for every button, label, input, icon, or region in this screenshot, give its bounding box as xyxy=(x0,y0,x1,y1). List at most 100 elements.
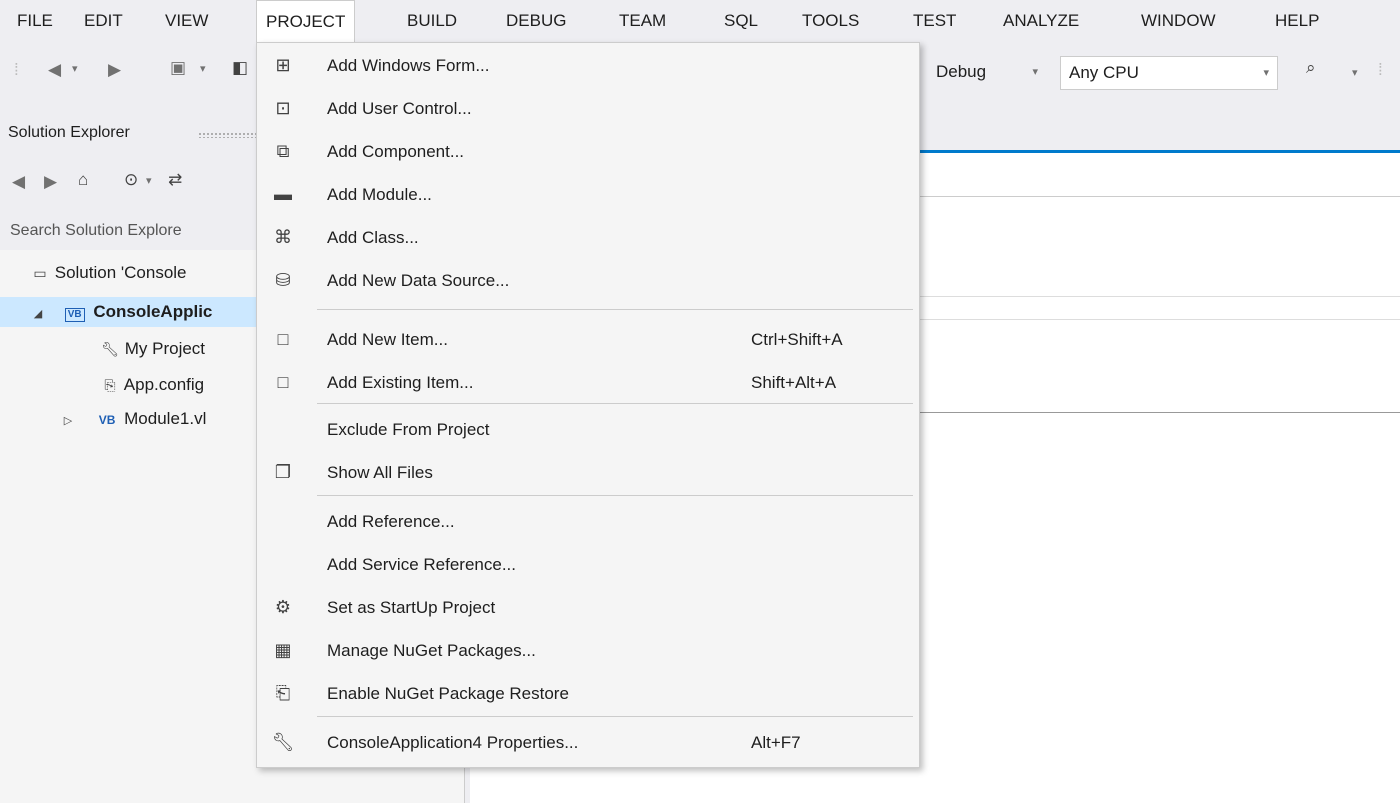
solution-explorer-search-input[interactable]: Search Solution Explore xyxy=(6,214,268,248)
menu-item-shortcut: Alt+F7 xyxy=(751,732,801,752)
back-dropdown-icon[interactable]: ▾ xyxy=(72,62,78,75)
menu-item-manage-nuget[interactable]: ▦ Manage NuGet Packages... xyxy=(257,629,919,672)
menu-item-set-startup-project[interactable]: ⚙ Set as StartUp Project xyxy=(257,586,919,629)
tree-item-label: ConsoleApplic xyxy=(93,302,213,321)
tree-item-label: Solution 'Console xyxy=(54,263,187,282)
solution-platform-combo[interactable]: Any CPU ▾ xyxy=(1060,56,1278,90)
menu-debug[interactable]: DEBUG xyxy=(497,0,575,42)
pending-changes-icon[interactable]: ⊙ xyxy=(124,170,138,190)
menu-item-label: ConsoleApplication4 Properties... xyxy=(327,732,579,752)
solution-config-value: Debug xyxy=(936,62,987,81)
home-icon[interactable]: ⌂ xyxy=(78,170,88,190)
menu-item-label: Add Component... xyxy=(327,141,465,161)
menu-item-label: Exclude From Project xyxy=(327,419,490,439)
menu-item-show-all-files[interactable]: ❐ Show All Files xyxy=(257,451,919,494)
menu-item-add-user-control[interactable]: ⊡ Add User Control... xyxy=(257,87,919,130)
menu-item-add-windows-form[interactable]: ⊞ Add Windows Form... xyxy=(257,44,919,87)
menu-separator xyxy=(317,716,913,717)
solution-icon: ▭ xyxy=(33,265,47,281)
toolbar-overflow-icon[interactable]: ▾ xyxy=(1352,66,1358,79)
expanded-arrow-icon[interactable]: ◢ xyxy=(28,299,48,329)
back-icon[interactable]: ◀ xyxy=(48,60,61,80)
menu-team[interactable]: TEAM xyxy=(610,0,675,42)
menu-item-label: Add User Control... xyxy=(327,98,472,118)
menu-item-label: Add Reference... xyxy=(327,511,455,531)
new-project-icon[interactable]: ▣ xyxy=(170,58,186,78)
menu-item-add-new-item[interactable]: □ Add New Item... Ctrl+Shift+A xyxy=(257,318,919,361)
show-all-files-icon: ❐ xyxy=(274,462,292,482)
menu-bar: FILE EDIT VIEW PROJECT BUILD DEBUG TEAM … xyxy=(0,0,1400,43)
config-icon: ⎘ xyxy=(104,377,116,393)
menu-item-add-reference[interactable]: Add Reference... xyxy=(257,500,919,543)
menu-separator xyxy=(317,495,913,496)
menu-item-project-properties[interactable]: 🔧︎ ConsoleApplication4 Properties... Alt… xyxy=(257,721,919,764)
menu-file[interactable]: FILE xyxy=(8,0,62,42)
add-component-icon: ⧉ xyxy=(276,141,290,161)
menu-item-add-existing-item[interactable]: □ Add Existing Item... Shift+Alt+A xyxy=(257,361,919,404)
solution-config-combo[interactable]: Debug ▾ xyxy=(928,56,1046,90)
toolbar-grip-icon: ⁞ xyxy=(14,60,19,79)
menu-help[interactable]: HELP xyxy=(1266,0,1328,42)
menu-analyze[interactable]: ANALYZE xyxy=(994,0,1088,42)
tree-item-label: App.config xyxy=(123,375,205,394)
package-restore-icon: ⎗ xyxy=(275,683,291,703)
forward-icon[interactable]: ▶ xyxy=(108,60,121,80)
menu-item-enable-nuget-restore[interactable]: ⎗ Enable NuGet Package Restore xyxy=(257,672,919,715)
add-data-source-icon: ⛁ xyxy=(275,270,291,290)
tree-item-app-config[interactable]: ⎘ App.config xyxy=(100,370,204,400)
menu-item-shortcut: Shift+Alt+A xyxy=(751,372,837,392)
menu-item-label: Set as StartUp Project xyxy=(327,597,496,617)
menu-separator xyxy=(317,309,913,310)
menu-project[interactable]: PROJECT xyxy=(256,0,356,43)
find-in-files-icon[interactable]: ⌕ xyxy=(1306,58,1316,78)
menu-item-label: Show All Files xyxy=(327,462,433,482)
panel-grip[interactable] xyxy=(198,132,258,138)
menu-view[interactable]: VIEW xyxy=(156,0,217,42)
add-existing-item-icon: □ xyxy=(277,372,289,392)
add-user-control-icon: ⊡ xyxy=(275,98,291,118)
wrench-icon: 🔧︎ xyxy=(101,341,119,357)
forward-icon[interactable]: ▶ xyxy=(44,172,57,192)
vb-project-icon: VB xyxy=(64,308,85,322)
menu-sql[interactable]: SQL xyxy=(715,0,767,42)
menu-item-add-service-reference[interactable]: Add Service Reference... xyxy=(257,543,919,586)
tree-item-module1[interactable]: ▷ VB Module1.vl xyxy=(58,404,207,436)
add-new-item-icon: □ xyxy=(277,329,289,349)
menu-item-label: Add Existing Item... xyxy=(327,372,474,392)
vb-file-icon: VB xyxy=(98,413,116,427)
collapsed-arrow-icon[interactable]: ▷ xyxy=(58,406,78,436)
project-menu-dropdown: ⊞ Add Windows Form... ⊡ Add User Control… xyxy=(256,42,920,768)
menu-test[interactable]: TEST xyxy=(904,0,965,42)
tree-item-project[interactable]: ◢ VB ConsoleApplic xyxy=(0,297,260,327)
menu-item-exclude-from-project[interactable]: Exclude From Project xyxy=(257,408,919,451)
solution-explorer-title: Solution Explorer xyxy=(8,124,130,141)
menu-tools[interactable]: TOOLS xyxy=(793,0,868,42)
tree-item-label: My Project xyxy=(124,339,206,358)
sync-icon[interactable]: ⇄ xyxy=(168,170,182,190)
gear-icon: ⚙ xyxy=(274,597,292,617)
menu-separator xyxy=(317,403,913,404)
toolbar-grip-icon: ⁞ xyxy=(1378,60,1383,79)
chevron-down-icon: ▾ xyxy=(1263,67,1269,79)
solution-platform-value: Any CPU xyxy=(1069,63,1139,82)
add-form-icon: ⊞ xyxy=(275,55,291,75)
menu-item-add-class[interactable]: ⌘ Add Class... xyxy=(257,216,919,259)
new-project-dropdown-icon[interactable]: ▾ xyxy=(200,62,206,75)
add-module-icon: ▬ xyxy=(274,184,292,204)
menu-item-label: Enable NuGet Package Restore xyxy=(327,683,569,703)
tree-item-label: Module1.vl xyxy=(124,409,207,428)
menu-item-label: Add New Data Source... xyxy=(327,270,510,290)
menu-item-add-module[interactable]: ▬ Add Module... xyxy=(257,173,919,216)
menu-build[interactable]: BUILD xyxy=(398,0,466,42)
menu-item-add-component[interactable]: ⧉ Add Component... xyxy=(257,130,919,173)
menu-edit[interactable]: EDIT xyxy=(75,0,132,42)
menu-item-label: Add Module... xyxy=(327,184,432,204)
open-file-icon[interactable]: ◧ xyxy=(232,58,248,78)
menu-item-add-data-source[interactable]: ⛁ Add New Data Source... xyxy=(257,259,919,302)
back-icon[interactable]: ◀ xyxy=(12,172,25,192)
menu-window[interactable]: WINDOW xyxy=(1132,0,1225,42)
tree-item-solution[interactable]: ▭ Solution 'Console xyxy=(30,258,187,288)
menu-item-label: Manage NuGet Packages... xyxy=(327,640,536,660)
chevron-down-icon[interactable]: ▾ xyxy=(146,174,152,187)
tree-item-my-project[interactable]: 🔧︎ My Project xyxy=(100,334,205,364)
